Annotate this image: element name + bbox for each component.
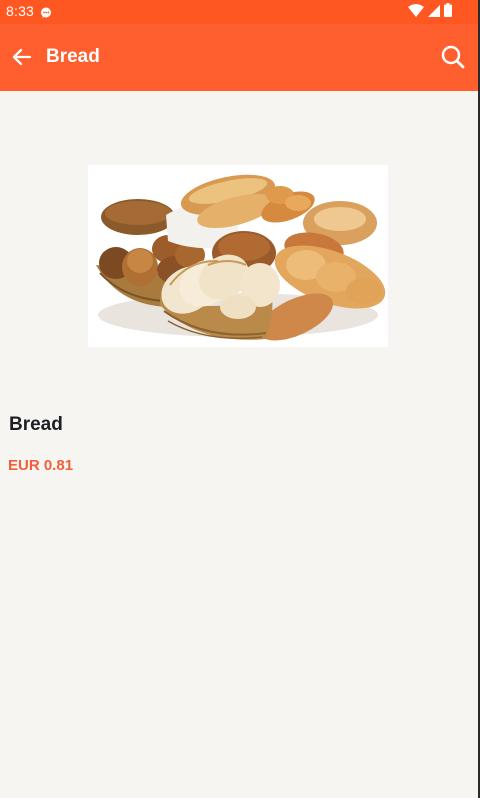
arrow-left-icon — [12, 48, 32, 66]
back-button[interactable] — [10, 45, 34, 69]
bread-assortment-photo — [88, 165, 388, 347]
search-icon — [441, 45, 465, 69]
battery-icon — [444, 3, 452, 22]
app-bar: Bread — [0, 24, 480, 91]
page-title: Bread — [46, 46, 100, 67]
message-icon — [40, 6, 52, 24]
product-name: Bread — [9, 414, 63, 435]
status-icons — [408, 3, 452, 22]
product-image — [88, 165, 388, 347]
signal-icon — [428, 4, 440, 22]
screen: 8:33 Bread Bread EUR 0.81 — [0, 0, 480, 798]
search-button[interactable] — [440, 44, 466, 70]
wifi-icon — [408, 3, 424, 22]
status-time: 8:33 — [6, 3, 35, 19]
status-bar: 8:33 — [0, 0, 480, 24]
product-price: EUR 0.81 — [8, 457, 74, 474]
